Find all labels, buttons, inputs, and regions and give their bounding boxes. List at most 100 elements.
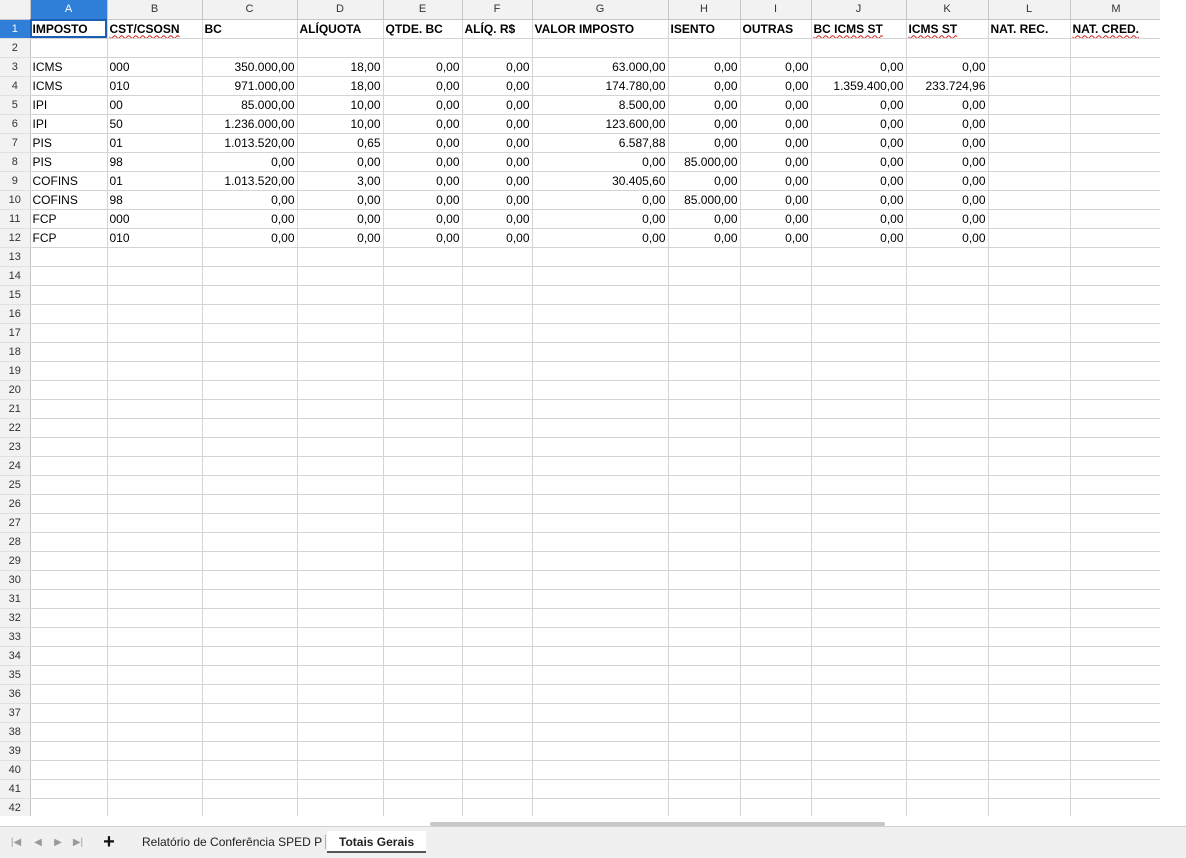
row-header[interactable]: 9 — [0, 171, 31, 191]
empty-cell[interactable] — [202, 285, 298, 305]
data-cell[interactable]: 0,00 — [462, 114, 533, 134]
empty-cell[interactable] — [532, 304, 669, 324]
empty-cell[interactable] — [30, 798, 108, 816]
empty-cell[interactable] — [107, 323, 203, 343]
empty-cell[interactable] — [811, 570, 907, 590]
data-cell[interactable]: 0,00 — [668, 209, 741, 229]
empty-cell[interactable] — [297, 741, 384, 761]
empty-cell[interactable] — [988, 589, 1071, 609]
data-cell[interactable]: FCP — [30, 228, 108, 248]
data-cell[interactable]: 0,00 — [668, 228, 741, 248]
empty-cell[interactable] — [107, 779, 203, 799]
empty-cell[interactable] — [30, 494, 108, 514]
data-cell[interactable]: 85.000,00 — [202, 95, 298, 115]
empty-cell[interactable] — [462, 589, 533, 609]
empty-cell[interactable] — [1070, 513, 1163, 533]
empty-cell[interactable] — [202, 570, 298, 590]
empty-cell[interactable] — [107, 684, 203, 704]
empty-cell[interactable] — [740, 513, 812, 533]
empty-cell[interactable] — [107, 285, 203, 305]
empty-cell[interactable] — [297, 589, 384, 609]
data-cell[interactable]: 0,00 — [811, 152, 907, 172]
empty-cell[interactable] — [30, 646, 108, 666]
empty-cell[interactable] — [988, 779, 1071, 799]
cell-table[interactable]: ABCDEFGHIJKLM 1 IMPOSTO CST/CSOSN BC ALÍQUOT… — [0, 0, 1168, 816]
empty-cell[interactable] — [462, 38, 533, 58]
empty-cell[interactable] — [988, 646, 1071, 666]
empty-cell[interactable] — [740, 437, 812, 457]
data-cell[interactable]: 0,00 — [383, 228, 463, 248]
empty-cell[interactable] — [462, 665, 533, 685]
empty-cell[interactable] — [906, 608, 989, 628]
empty-cell[interactable] — [107, 741, 203, 761]
data-cell[interactable]: 0,00 — [740, 152, 812, 172]
empty-cell[interactable] — [297, 570, 384, 590]
column-header-c[interactable]: C — [202, 0, 298, 20]
empty-cell[interactable] — [740, 703, 812, 723]
row-header[interactable]: 7 — [0, 133, 31, 153]
data-cell[interactable]: 0,00 — [811, 209, 907, 229]
empty-cell[interactable] — [906, 570, 989, 590]
empty-cell[interactable] — [811, 418, 907, 438]
row-header[interactable]: 24 — [0, 456, 31, 476]
empty-cell[interactable] — [811, 475, 907, 495]
data-cell[interactable]: 8.500,00 — [532, 95, 669, 115]
data-cell[interactable]: IPI — [30, 114, 108, 134]
empty-cell[interactable] — [1070, 342, 1163, 362]
empty-cell[interactable] — [383, 437, 463, 457]
empty-cell[interactable] — [1070, 456, 1163, 476]
row-header[interactable]: 31 — [0, 589, 31, 609]
data-cell[interactable]: 50 — [107, 114, 203, 134]
empty-cell[interactable] — [740, 570, 812, 590]
empty-cell[interactable] — [297, 703, 384, 723]
empty-cell[interactable] — [297, 608, 384, 628]
empty-cell[interactable] — [532, 418, 669, 438]
empty-cell[interactable] — [30, 722, 108, 742]
empty-cell[interactable] — [668, 418, 741, 438]
data-cell[interactable]: 01 — [107, 171, 203, 191]
row-header[interactable]: 34 — [0, 646, 31, 666]
empty-cell[interactable] — [107, 551, 203, 571]
empty-cell[interactable] — [668, 741, 741, 761]
empty-cell[interactable] — [811, 589, 907, 609]
empty-cell[interactable] — [383, 760, 463, 780]
empty-cell[interactable] — [383, 323, 463, 343]
empty-cell[interactable] — [462, 703, 533, 723]
empty-cell[interactable] — [668, 646, 741, 666]
empty-cell[interactable] — [811, 722, 907, 742]
data-cell[interactable]: 30.405,60 — [532, 171, 669, 191]
data-cell[interactable]: 0,00 — [668, 95, 741, 115]
empty-cell[interactable] — [740, 456, 812, 476]
empty-cell[interactable] — [668, 342, 741, 362]
data-cell[interactable]: 0,00 — [297, 209, 384, 229]
row-header[interactable]: 21 — [0, 399, 31, 419]
empty-cell[interactable] — [811, 703, 907, 723]
empty-cell[interactable] — [668, 684, 741, 704]
empty-cell[interactable] — [462, 779, 533, 799]
data-cell[interactable]: 0,00 — [668, 171, 741, 191]
empty-cell[interactable] — [740, 247, 812, 267]
empty-cell[interactable] — [1070, 570, 1163, 590]
data-cell[interactable]: 233.724,96 — [906, 76, 989, 96]
data-cell[interactable]: 0,00 — [811, 190, 907, 210]
empty-cell[interactable] — [462, 798, 533, 816]
row-header[interactable]: 17 — [0, 323, 31, 343]
empty-cell[interactable] — [202, 589, 298, 609]
empty-cell[interactable] — [532, 646, 669, 666]
row-header[interactable]: 25 — [0, 475, 31, 495]
empty-cell[interactable] — [462, 418, 533, 438]
header-cell[interactable]: VALOR IMPOSTO — [532, 19, 669, 39]
empty-cell[interactable] — [383, 608, 463, 628]
empty-cell[interactable] — [532, 494, 669, 514]
data-cell[interactable]: 0,00 — [383, 133, 463, 153]
empty-cell[interactable] — [811, 684, 907, 704]
empty-cell[interactable] — [906, 627, 989, 647]
empty-cell[interactable] — [383, 684, 463, 704]
empty-cell[interactable] — [383, 342, 463, 362]
empty-cell[interactable] — [988, 684, 1071, 704]
data-cell[interactable] — [1070, 228, 1163, 248]
empty-cell[interactable] — [532, 532, 669, 552]
data-cell[interactable]: ICMS — [30, 76, 108, 96]
header-cell[interactable]: BC ICMS ST — [811, 19, 907, 39]
empty-cell[interactable] — [202, 456, 298, 476]
